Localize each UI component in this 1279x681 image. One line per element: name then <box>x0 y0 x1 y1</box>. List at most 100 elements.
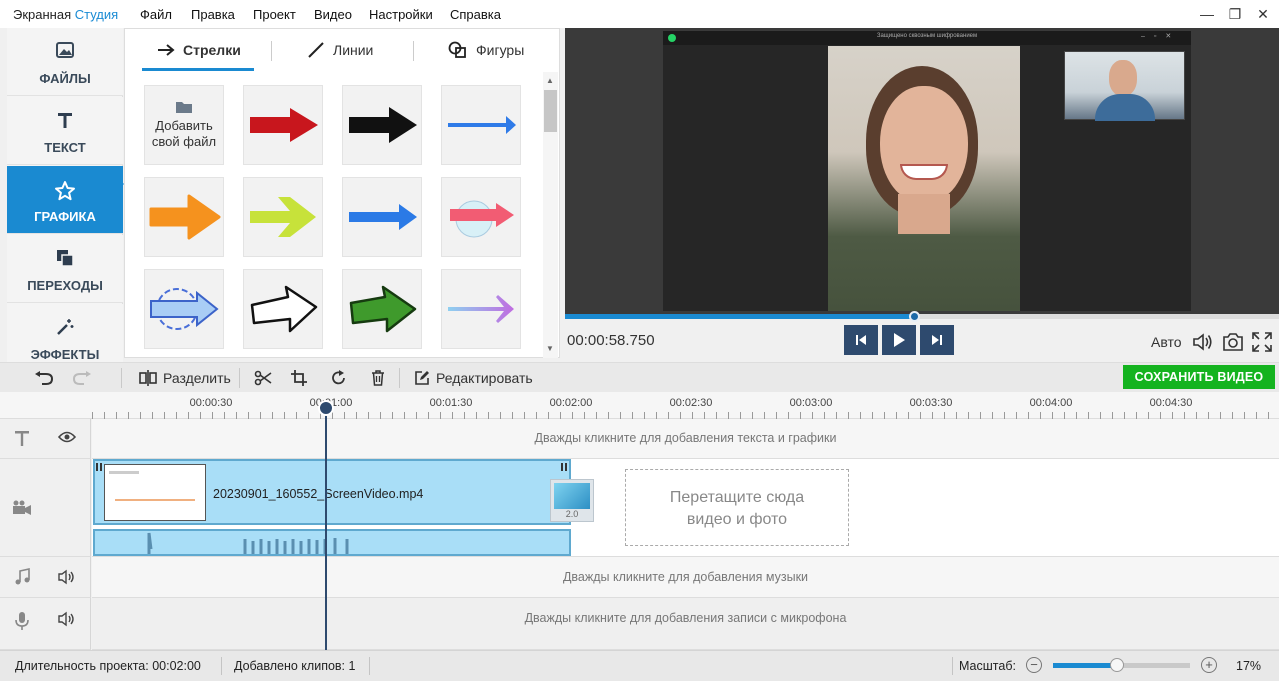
close-button[interactable]: ✕ <box>1252 3 1274 25</box>
playback-progress-handle[interactable] <box>908 311 920 322</box>
crop-button[interactable] <box>291 363 307 393</box>
split-button[interactable]: Разделить <box>139 363 231 393</box>
scroll-up-icon[interactable]: ▲ <box>546 76 554 85</box>
visibility-eye-icon[interactable] <box>57 431 77 446</box>
timeline-playhead[interactable] <box>325 402 327 650</box>
sidebar: ФАЙЛЫ ТЕКСТ ГРАФИКА ПЕРЕХОДЫ ЭФФЕКТЫ <box>7 28 123 372</box>
redo-icon <box>72 371 91 385</box>
cut-button[interactable] <box>254 363 272 393</box>
video-preview[interactable]: Защищено сквозным шифрованием –▫✕ <box>565 28 1279 314</box>
edit-button[interactable]: Редактировать <box>414 363 533 393</box>
volume-icon[interactable] <box>1192 332 1214 355</box>
menu-settings[interactable]: Настройки <box>369 7 433 22</box>
clips-label: Добавлено клипов: <box>234 659 346 673</box>
music-track-header <box>0 557 91 598</box>
aspect-auto-selector[interactable]: Авто <box>1151 334 1182 350</box>
lime-arrow-icon <box>250 197 316 237</box>
green-arrow-icon <box>349 285 417 333</box>
menu-project[interactable]: Проект <box>253 7 296 22</box>
clip-trim-handle-right[interactable] <box>561 463 567 471</box>
clip-audio-waveform[interactable] <box>93 529 571 556</box>
minimize-button[interactable]: — <box>1196 3 1218 25</box>
arrow-tile[interactable] <box>144 269 224 349</box>
tab-arrows[interactable]: Стрелки <box>157 29 241 71</box>
music-track[interactable]: Дважды кликните для добавления музыки <box>92 557 1279 598</box>
sidebar-item-files[interactable]: ФАЙЛЫ <box>7 28 123 96</box>
sidebar-item-label: ТЕКСТ <box>44 140 86 155</box>
arrow-tile[interactable] <box>243 177 323 257</box>
mic-track-header <box>0 598 91 650</box>
menu-video[interactable]: Видео <box>314 7 352 22</box>
media-drop-zone[interactable]: Перетащите сюда видео и фото <box>625 469 849 546</box>
split-icon <box>139 370 157 386</box>
arrow-tile[interactable] <box>342 85 422 165</box>
dropzone-line1: Перетащите сюда <box>669 489 805 506</box>
arrow-tile[interactable] <box>243 269 323 349</box>
sidebar-item-graphics[interactable]: ГРАФИКА <box>7 166 123 234</box>
duration-label: Длительность проекта: <box>15 659 149 673</box>
arrow-tile[interactable] <box>243 85 323 165</box>
mic-volume-icon[interactable] <box>58 611 76 630</box>
red-arrow-icon <box>250 108 318 142</box>
dropzone-line2: видео и фото <box>686 511 788 528</box>
arrow-tile[interactable] <box>342 269 422 349</box>
add-own-file-button[interactable]: Добавить свой файл <box>144 85 224 165</box>
self-view-face <box>1109 60 1137 96</box>
folder-icon <box>176 102 192 113</box>
circled-blue-arrow-icon <box>150 288 219 330</box>
tab-label: Стрелки <box>183 42 241 58</box>
maximize-button[interactable]: ❐ <box>1224 3 1246 25</box>
call-window-title: Защищено сквозным шифрованием <box>876 33 978 39</box>
zoom-in-button[interactable]: + <box>1201 657 1217 673</box>
menu-help[interactable]: Справка <box>450 7 501 22</box>
next-frame-button[interactable] <box>920 325 954 355</box>
music-track-hint: Дважды кликните для добавления музыки <box>562 570 809 584</box>
edit-pencil-icon <box>415 371 429 385</box>
previous-frame-button[interactable] <box>844 325 878 355</box>
active-tab-indicator <box>142 68 254 71</box>
scroll-down-icon[interactable]: ▼ <box>546 344 554 353</box>
playhead-handle[interactable] <box>318 400 334 416</box>
waveform-graphic <box>147 532 349 554</box>
menu-file[interactable]: Файл <box>140 7 172 22</box>
sidebar-item-text[interactable]: ТЕКСТ <box>7 97 123 165</box>
library-scroll-thumb[interactable] <box>544 90 557 132</box>
ruler-ticks <box>92 412 1279 419</box>
music-volume-icon[interactable] <box>58 569 76 588</box>
save-video-button[interactable]: СОХРАНИТЬ ВИДЕО <box>1123 365 1275 389</box>
redo-button[interactable] <box>72 363 92 393</box>
undo-button[interactable] <box>34 363 54 393</box>
rotate-button[interactable] <box>331 363 347 393</box>
sidebar-item-transitions[interactable]: ПЕРЕХОДЫ <box>7 235 123 303</box>
fullscreen-icon[interactable] <box>1252 332 1272 355</box>
text-track-header <box>0 419 91 459</box>
magic-wand-icon <box>7 318 123 340</box>
arrow-tile[interactable] <box>441 85 521 165</box>
zoom-out-button[interactable]: − <box>1026 657 1042 673</box>
text-track[interactable]: Дважды кликните для добавления текста и … <box>92 419 1279 459</box>
arrow-tile[interactable] <box>144 177 224 257</box>
timeline-ruler[interactable]: 00:00:30 00:01:00 00:01:30 00:02:00 00:0… <box>0 392 1279 419</box>
mic-track[interactable]: Дважды кликните для добавления записи с … <box>92 598 1279 650</box>
playback-timecode: 00:00:58.750 <box>567 332 655 349</box>
call-window-titlebar: Защищено сквозным шифрованием –▫✕ <box>663 31 1191 45</box>
thumbnail-detail <box>115 499 195 501</box>
arrow-tile[interactable] <box>441 177 521 257</box>
ruler-label: 00:01:30 <box>429 397 473 409</box>
playback-progress-fill <box>565 314 915 319</box>
tab-lines[interactable]: Линии <box>307 29 373 71</box>
zoom-label: Масштаб: <box>959 659 1016 673</box>
graphics-library: Стрелки Линии Фигуры Добавить свой файл <box>124 28 560 358</box>
clip-trim-handle-left[interactable] <box>96 463 102 471</box>
arrow-tile[interactable] <box>342 177 422 257</box>
scissors-icon <box>254 370 272 386</box>
tab-shapes[interactable]: Фигуры <box>448 29 524 71</box>
delete-button[interactable] <box>371 363 385 393</box>
menu-edit[interactable]: Правка <box>191 7 235 22</box>
arrow-tile[interactable] <box>441 269 521 349</box>
zoom-value: 17% <box>1236 659 1262 673</box>
snapshot-camera-icon[interactable] <box>1222 332 1244 355</box>
skip-back-icon <box>856 335 866 345</box>
blue-arrow-icon <box>349 204 417 230</box>
play-button[interactable] <box>882 325 916 355</box>
